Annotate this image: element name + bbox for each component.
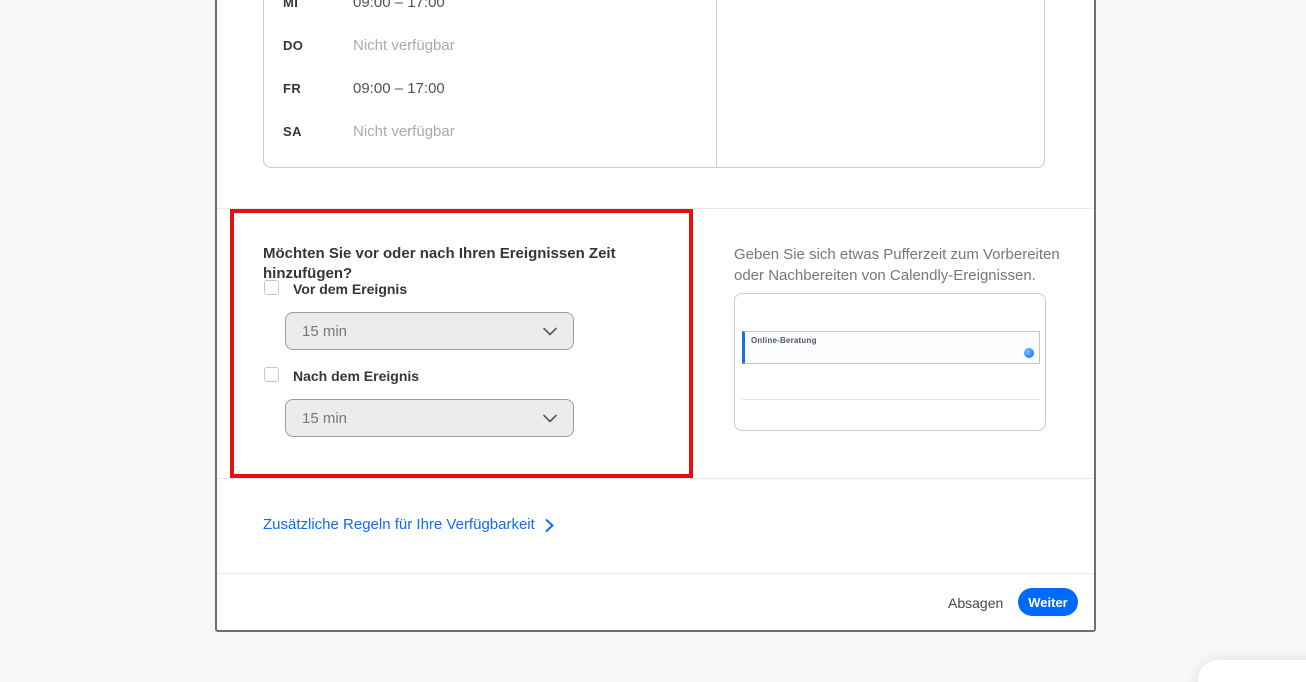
after-event-duration-select[interactable]: 15 min: [285, 399, 574, 437]
chevron-right-icon: [545, 519, 554, 532]
preview-timeline-divider: [742, 399, 1040, 400]
weekly-hours-table: MI 09:00 – 17:00 DO Nicht verfügbar FR 0…: [263, 0, 1045, 168]
schedule-row[interactable]: SA Nicht verfügbar: [264, 122, 716, 165]
day-label: MI: [283, 0, 323, 13]
preview-event-title: Online-Beratung: [751, 336, 817, 345]
schedule-row[interactable]: MI 09:00 – 17:00: [264, 0, 716, 36]
preview-event-block: Online-Beratung: [742, 331, 1040, 364]
weekly-hours-rows: MI 09:00 – 17:00 DO Nicht verfügbar FR 0…: [264, 0, 716, 165]
chevron-down-icon: [543, 327, 557, 336]
additional-rules-link[interactable]: Zusätzliche Regeln für Ihre Verfügbarkei…: [263, 516, 554, 534]
before-event-duration-select[interactable]: 15 min: [285, 312, 574, 350]
after-event-duration-value: 15 min: [302, 410, 347, 427]
day-hours-value: Nicht verfügbar: [353, 122, 455, 142]
day-hours-value: 09:00 – 17:00: [353, 0, 445, 13]
section-divider: [217, 478, 1094, 479]
after-event-label: Nach dem Ereignis: [293, 366, 513, 386]
buffer-section-title: Möchten Sie vor oder nach Ihren Ereignis…: [263, 244, 683, 284]
buffer-preview-card: Online-Beratung: [734, 293, 1046, 431]
next-button[interactable]: Weiter: [1018, 588, 1078, 616]
footer-divider: [217, 573, 1094, 574]
event-status-icon: [1024, 348, 1034, 358]
day-label: DO: [283, 36, 323, 56]
after-event-checkbox[interactable]: [264, 367, 279, 382]
schedule-row[interactable]: FR 09:00 – 17:00: [264, 79, 716, 122]
day-label: FR: [283, 79, 323, 99]
schedule-row[interactable]: DO Nicht verfügbar: [264, 36, 716, 79]
availability-settings-card: MI 09:00 – 17:00 DO Nicht verfügbar FR 0…: [215, 0, 1096, 632]
chat-widget[interactable]: [1198, 660, 1306, 682]
chevron-down-icon: [543, 414, 557, 423]
before-event-label: Vor dem Ereignis: [293, 279, 513, 299]
day-hours-value: 09:00 – 17:00: [353, 79, 445, 99]
cancel-button[interactable]: Absagen: [948, 593, 1003, 613]
day-hours-value: Nicht verfügbar: [353, 36, 455, 56]
before-event-duration-value: 15 min: [302, 323, 347, 340]
additional-rules-label: Zusätzliche Regeln für Ihre Verfügbarkei…: [263, 516, 535, 534]
page: MI 09:00 – 17:00 DO Nicht verfügbar FR 0…: [0, 0, 1306, 682]
buffer-help-text: Geben Sie sich etwas Pufferzeit zum Vorb…: [734, 244, 1064, 286]
table-vertical-divider: [716, 0, 717, 167]
day-label: SA: [283, 122, 323, 142]
section-divider: [217, 208, 1094, 209]
before-event-checkbox[interactable]: [264, 280, 279, 295]
